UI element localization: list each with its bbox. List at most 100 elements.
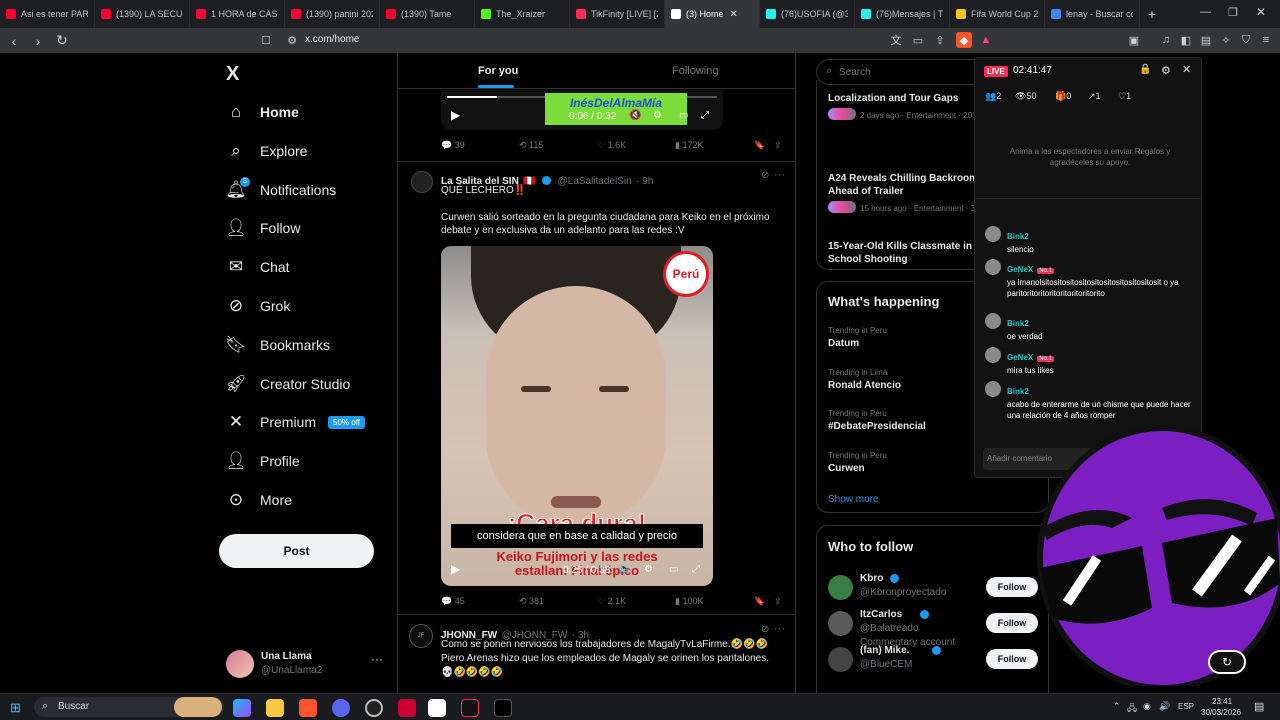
show-more-link[interactable]: Show more <box>828 494 879 505</box>
wifi-icon[interactable]: ◉ <box>1143 701 1151 712</box>
browser-tab[interactable]: (3) Home ✕ <box>665 0 760 28</box>
browser-tab[interactable]: 1 HORA de CASC <box>190 0 285 28</box>
avatar[interactable] <box>411 171 433 193</box>
x-app-icon[interactable] <box>494 699 512 717</box>
nav-item-more[interactable]: ⊙ More <box>226 485 292 515</box>
play-icon[interactable]: ▶ <box>451 562 460 576</box>
settings-icon[interactable]: ⚙ <box>1161 64 1171 77</box>
follow-suggestion[interactable]: Kbro @Kbronproyectado Follow <box>828 571 1043 603</box>
taskbar-search[interactable]: ⌕ Buscar <box>34 697 224 717</box>
bookmark-page-icon[interactable]: ☐ <box>258 32 274 48</box>
avatar[interactable] <box>828 575 853 600</box>
nav-item-profile[interactable]: 👤︎ Profile <box>225 446 299 476</box>
x-logo-icon[interactable]: X <box>226 63 239 86</box>
url-input[interactable]: x.com/home <box>305 34 359 45</box>
share-icon[interactable]: ⇪ <box>774 140 782 151</box>
video-player-top[interactable]: InésDelAlmaMía ▶ 0:06 / 0:32 🔇 ⚙ ▭ ⤢ <box>441 90 723 130</box>
tiktok-icon[interactable] <box>461 699 479 717</box>
chat-message[interactable]: Bink2 acabo de enterarme de un chisme que… <box>985 381 1195 421</box>
tab-following[interactable]: Following <box>672 65 718 77</box>
music-icon[interactable]: ♫ <box>1158 32 1174 48</box>
more-dots-icon[interactable]: ··· <box>774 169 785 181</box>
screenshot-icon[interactable]: ▣ <box>1126 32 1142 48</box>
site-info-icon[interactable]: ⚙ <box>284 32 300 48</box>
share-icon[interactable]: ⇪ <box>774 596 782 607</box>
settings-icon[interactable]: ⚙ <box>644 564 653 575</box>
like-button[interactable]: ♡ 1.6K <box>597 140 626 151</box>
maximize-icon[interactable]: ❐ <box>1228 6 1238 19</box>
cast-icon[interactable]: ▭ <box>910 32 926 48</box>
nav-item-chat[interactable]: ✉︎ Chat <box>226 252 290 282</box>
pip-icon[interactable]: ▭ <box>669 564 678 575</box>
chat-message[interactable]: GeNeX No.1 ya imanolsitositositositositosi… <box>985 259 1195 299</box>
pip-icon[interactable]: ▭ <box>679 110 688 121</box>
avatar[interactable]: JF <box>409 624 433 648</box>
browser-tab[interactable]: TikFinity [LIVE] [2 <box>570 0 665 28</box>
reload-icon[interactable]: ↻ <box>52 31 72 51</box>
refresh-icon[interactable]: ↻ <box>1208 650 1246 674</box>
chat-username[interactable]: Bink2 <box>1007 232 1029 241</box>
settings-icon[interactable]: ⚙ <box>653 110 662 121</box>
browser-tab[interactable]: (1390) LA SECUN <box>95 0 190 28</box>
grok-icon[interactable]: ⊘ <box>761 170 769 181</box>
translate-icon[interactable]: 文 <box>888 32 904 48</box>
chat-username[interactable]: Bink2 <box>1007 387 1029 396</box>
avatar[interactable] <box>828 647 853 672</box>
brave-icon[interactable] <box>299 699 317 717</box>
chat-username[interactable]: GeNeX <box>1007 265 1033 274</box>
browser-tab[interactable]: (1390) Tame <box>380 0 475 28</box>
nav-item-notifications[interactable]: 🔔︎ 3 Notifications <box>225 175 336 205</box>
browser-tab[interactable]: Asi es tener PARE <box>0 0 95 28</box>
browser-tab[interactable]: (76)USOFIA (@3d <box>760 0 855 28</box>
close-icon[interactable]: ✕ <box>1182 63 1191 76</box>
forward-icon[interactable]: › <box>28 31 48 51</box>
tray-chevron-icon[interactable]: ⌃ <box>1113 701 1121 712</box>
app-icon[interactable] <box>398 699 416 717</box>
reply-button[interactable]: 💬 45 <box>441 596 465 607</box>
grok-icon[interactable]: ⊘ <box>761 624 769 635</box>
copilot-icon[interactable] <box>233 699 251 717</box>
browser-tab[interactable]: (1390) panini 202 <box>285 0 380 28</box>
browser-tab[interactable]: (76)Mensajes | Ti <box>855 0 950 28</box>
more-dots-icon[interactable]: ··· <box>371 652 383 666</box>
leo-icon[interactable]: ✧ <box>1218 32 1234 48</box>
chat-username[interactable]: Bink2 <box>1007 319 1029 328</box>
fullscreen-icon[interactable]: ⤢ <box>692 564 700 575</box>
share-icon[interactable]: ⇪ <box>932 32 948 48</box>
author-handle[interactable]: @LaSalitadelSin <box>558 176 632 187</box>
bookmark-icon[interactable]: 🔖 <box>754 140 765 151</box>
tweet[interactable]: La Salita del SIN 🇵🇪 @LaSalitadelSin · 9… <box>398 162 795 614</box>
brave-shield-icon[interactable]: ◆ <box>956 32 972 48</box>
notification-center-icon[interactable]: ▤ <box>1254 700 1264 713</box>
nav-item-home[interactable]: ⌂ Home <box>226 97 299 127</box>
lock-icon[interactable]: 🔒 <box>1139 64 1151 75</box>
nav-item-premium[interactable]: ✕ Premium 50% off <box>226 407 365 437</box>
tab-for-you[interactable]: For you <box>478 65 518 77</box>
browser-tab[interactable]: lenay - Buscar co <box>1045 0 1140 28</box>
nav-item-creator-studio[interactable]: 🚀︎ Creator Studio <box>225 369 350 399</box>
like-button[interactable]: ♡ 2.1K <box>597 596 626 607</box>
nav-item-follow[interactable]: 👤︎ Follow <box>225 213 300 243</box>
minimize-icon[interactable]: — <box>1200 6 1211 18</box>
language-indicator[interactable]: ESP <box>1178 702 1194 711</box>
network-icon[interactable]: 🖧 <box>1127 701 1137 717</box>
nav-item-grok[interactable]: ⊘ Grok <box>226 291 290 321</box>
chat-username[interactable]: GeNeX <box>1007 353 1033 362</box>
clock-date[interactable]: 30/03/2026 <box>1201 708 1241 717</box>
repost-button[interactable]: ⟲ 381 <box>519 596 544 607</box>
nav-item-bookmarks[interactable]: 🔖︎ Bookmarks <box>225 330 330 360</box>
browser-tab[interactable]: Fifa World Cup 26 <box>950 0 1045 28</box>
post-button[interactable]: Post <box>219 534 374 568</box>
valorant-icon[interactable] <box>428 699 446 717</box>
close-tab-icon[interactable]: ✕ <box>730 9 738 20</box>
menu-icon[interactable]: ≡ <box>1258 32 1274 48</box>
chat-message[interactable]: Bink2 silencio <box>985 226 1195 255</box>
clock-time[interactable]: 23:41 <box>1212 697 1232 706</box>
sidebar-icon[interactable]: ◧ <box>1178 32 1194 48</box>
views-button[interactable]: ▮ 172K <box>675 140 703 151</box>
views-button[interactable]: ▮ 100K <box>675 596 703 607</box>
volume-icon[interactable]: 🔊 <box>1159 701 1170 712</box>
nav-item-explore[interactable]: ⌕ Explore <box>226 136 307 166</box>
account-switcher[interactable]: Una Llama @UnaLlama2 ··· <box>226 646 391 682</box>
chat-message[interactable]: Bink2 oe verdad <box>985 313 1195 342</box>
